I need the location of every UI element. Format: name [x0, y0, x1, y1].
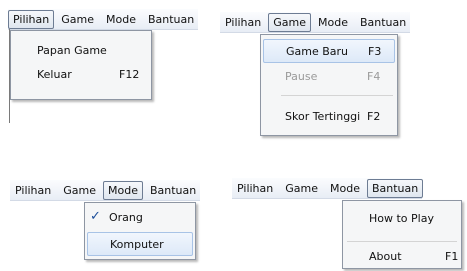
menubar: Pilihan Game Mode Bantuan [220, 12, 410, 33]
menu-item-keluar[interactable]: Keluar F12 [13, 63, 149, 85]
menu-separator [347, 241, 457, 242]
menu-item-komputer[interactable]: Komputer [87, 232, 193, 256]
menu-bantuan[interactable]: Bantuan [355, 13, 411, 32]
menu-item-orang[interactable]: ✓ Orang [87, 206, 193, 228]
menu-game[interactable]: Game [58, 181, 101, 200]
dropdown-bantuan: How to Play About F1 [342, 200, 462, 269]
menu-game[interactable]: Game [280, 179, 323, 198]
menu-item-label: Orang [109, 210, 143, 224]
menu-item-shortcut: F4 [367, 69, 381, 83]
menu-item-label: Skor Tertinggi [285, 109, 361, 123]
menu-game[interactable]: Game [56, 10, 99, 29]
menu-item-shortcut: F3 [368, 44, 382, 58]
menu-bantuan[interactable]: Bantuan [145, 181, 201, 200]
menu-item-label: Game Baru [286, 44, 349, 58]
menu-item-label: Keluar [37, 67, 72, 81]
menu-pilihan[interactable]: Pilihan [220, 13, 266, 32]
menu-item-game-baru[interactable]: Game Baru F3 [263, 39, 395, 63]
menubar: Pilihan Game Mode Bantuan [8, 9, 198, 30]
menu-mode[interactable]: Mode [101, 10, 141, 29]
menu-pilihan[interactable]: Pilihan [8, 9, 55, 29]
dropdown-pilihan: Papan Game Keluar F12 [10, 30, 152, 100]
menu-separator [281, 95, 393, 96]
menu-pilihan[interactable]: Pilihan [10, 181, 56, 200]
menu-bantuan[interactable]: Bantuan [143, 10, 199, 29]
menu-item-shortcut: F12 [119, 67, 140, 81]
menu-mode[interactable]: Mode [103, 180, 143, 200]
check-icon: ✓ [90, 209, 101, 224]
menu-item-papan-game[interactable]: Papan Game [13, 39, 149, 61]
menu-item-shortcut: F2 [367, 109, 381, 123]
menu-mode[interactable]: Mode [325, 179, 365, 198]
dropdown-game: Game Baru F3 Pause F4 Skor Tertinggi F2 [260, 34, 398, 136]
menu-item-how-to-play[interactable]: How to Play [345, 207, 459, 229]
menu-item-pause: Pause F4 [263, 65, 395, 87]
menu-mode[interactable]: Mode [313, 13, 353, 32]
menu-item-label: How to Play [369, 211, 434, 225]
menu-item-label: About [369, 249, 402, 263]
menu-item-shortcut: F1 [445, 249, 459, 263]
menu-item-about[interactable]: About F1 [345, 245, 459, 267]
menu-item-label: Papan Game [37, 43, 107, 57]
dropdown-mode: ✓ Orang Komputer [84, 202, 196, 260]
menubar: Pilihan Game Mode Bantuan [232, 178, 424, 199]
menu-game[interactable]: Game [268, 12, 311, 32]
menu-item-label: Pause [285, 69, 318, 83]
menubar: Pilihan Game Mode Bantuan [10, 180, 200, 201]
menu-item-skor-tertinggi[interactable]: Skor Tertinggi F2 [263, 105, 395, 127]
menu-item-label: Komputer [110, 237, 164, 251]
menu-pilihan[interactable]: Pilihan [232, 179, 278, 198]
menu-bantuan[interactable]: Bantuan [366, 178, 424, 198]
